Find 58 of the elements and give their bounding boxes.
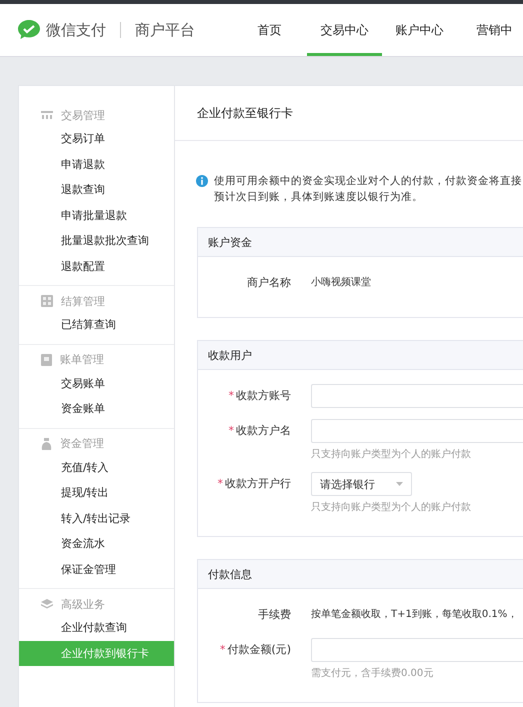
field-hint: 只支持向账户类型为个人的账户付款: [311, 500, 471, 514]
section-header: 付款信息: [198, 560, 523, 589]
sidebar-item[interactable]: 提现/转出: [19, 480, 174, 506]
brand-name: 微信支付: [46, 20, 106, 40]
field-value: 按单笔金额收取，T+1到账，每笔收取0.1%，: [311, 608, 518, 622]
nav-tab[interactable]: 营销中: [457, 4, 523, 56]
document-icon: [41, 354, 52, 366]
bank-select[interactable]: 请选择银行: [311, 472, 412, 496]
sidebar-group-title: 资金管理: [60, 436, 104, 451]
list-icon: [41, 110, 53, 120]
sidebar-item[interactable]: 转入/转出记录: [19, 506, 174, 531]
sidebar-item[interactable]: 退款查询: [19, 177, 174, 202]
field-label-text: 商户名称: [247, 275, 291, 291]
field-value: 小嗨视频课堂: [311, 276, 371, 290]
field-hint: 只支持向账户类型为个人的账户付款: [311, 448, 472, 461]
input-field[interactable]: [311, 384, 523, 408]
sidebar-item[interactable]: 申请批量退款: [19, 202, 174, 228]
required-mark: *: [228, 388, 234, 404]
notice-text: 使用可用余额中的资金实现企业对个人的付款，付款资金将直接 预计次日到账，具体到账速度以银行为准。: [214, 174, 522, 205]
field-label-text: 收款方账号: [236, 388, 291, 404]
required-mark: *: [218, 476, 223, 492]
field-label-text: 付款金额(元): [227, 642, 291, 658]
input-field[interactable]: [311, 419, 523, 443]
sidebar-group-title: 交易管理: [61, 108, 105, 122]
layers-icon: [41, 599, 53, 609]
caret-icon: [396, 482, 403, 486]
wechat-pay-logo-icon: [18, 20, 40, 40]
product-name: 商户平台: [135, 20, 195, 40]
page-title: 企业付款至银行卡: [175, 86, 523, 141]
field-label-text: 收款方开户行: [225, 476, 291, 492]
nav-tab[interactable]: 账户中心: [382, 4, 457, 56]
sidebar-group-title: 结算管理: [61, 294, 105, 308]
sidebar-item[interactable]: 交易账单: [19, 370, 174, 396]
input-field[interactable]: [311, 638, 523, 662]
field-label-text: 收款方户名: [236, 423, 291, 439]
sidebar-item[interactable]: 资金账单: [19, 396, 174, 422]
field-label-text: 手续费: [258, 607, 291, 623]
nav-tab[interactable]: 首页: [232, 4, 307, 56]
money-bag-icon: [41, 438, 52, 450]
grid-icon: [41, 295, 53, 307]
sidebar-item[interactable]: 充值/转入: [19, 454, 174, 480]
sidebar-item[interactable]: 企业付款查询: [19, 615, 174, 640]
section-header: 账户资金: [198, 228, 523, 257]
field-hint: 需支付元，含手续费0.00元: [311, 666, 434, 680]
section-header: 收款用户: [198, 341, 523, 370]
sidebar-group-title: 账单管理: [60, 352, 104, 367]
sidebar-item[interactable]: 申请退款: [19, 152, 174, 177]
sidebar-item[interactable]: 已结算查询: [19, 312, 174, 338]
info-icon: [196, 175, 208, 187]
sidebar-item[interactable]: 资金流水: [19, 531, 174, 556]
sidebar-item[interactable]: 交易订单: [19, 126, 174, 152]
sidebar-item[interactable]: 保证金管理: [19, 556, 174, 582]
sidebar-item[interactable]: 退款配置: [19, 254, 174, 279]
sidebar-item[interactable]: 批量退款批次查询: [19, 228, 174, 254]
nav-tab[interactable]: 交易中心: [307, 4, 382, 56]
required-mark: *: [228, 423, 234, 439]
sidebar-group-title: 高级业务: [61, 596, 105, 612]
required-mark: *: [220, 642, 226, 658]
